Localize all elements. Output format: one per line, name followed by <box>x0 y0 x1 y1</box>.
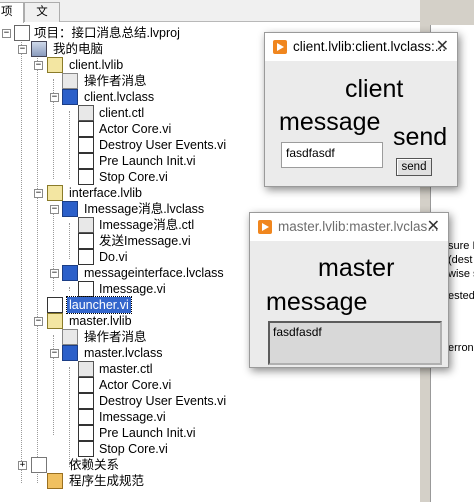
tree-item-client-class[interactable]: − client.lvclass <box>0 89 300 105</box>
vi-icon <box>78 153 94 169</box>
collapse-toggle[interactable]: − <box>34 189 43 198</box>
build-specifications-icon <box>47 473 63 489</box>
collapse-toggle[interactable]: − <box>50 93 59 102</box>
vi-icon <box>78 249 94 265</box>
library-icon <box>47 313 63 329</box>
class-icon <box>62 265 78 281</box>
background-text-fragment: wise s <box>448 268 474 280</box>
vi-icon <box>78 137 94 153</box>
message-label: message <box>266 288 368 316</box>
vi-icon <box>78 409 94 425</box>
tab-project[interactable]: 项 <box>0 2 24 23</box>
class-icon <box>62 201 78 217</box>
labview-icon <box>273 40 287 54</box>
tree-item-client-stop-core[interactable]: Stop Core.vi <box>0 169 300 185</box>
vi-icon <box>78 121 94 137</box>
labview-icon <box>258 220 272 234</box>
vi-icon <box>78 441 94 457</box>
master-label: master <box>318 254 395 282</box>
tree-item-client-lib[interactable]: − client.lvlib <box>0 57 300 73</box>
send-label: send <box>393 123 448 151</box>
dependencies-icon <box>31 457 47 473</box>
folder-icon <box>62 329 78 345</box>
client-label: client <box>345 75 404 103</box>
vi-icon <box>78 425 94 441</box>
collapse-toggle[interactable]: − <box>34 317 43 326</box>
tree-item-client-actor-core[interactable]: Actor Core.vi <box>0 121 300 137</box>
tree-item-master-pre-launch-init[interactable]: Pre Launch Init.vi <box>0 425 300 441</box>
collapse-toggle[interactable]: − <box>50 205 59 214</box>
library-icon <box>47 57 63 73</box>
tree-item-client-pre-launch-init[interactable]: Pre Launch Init.vi <box>0 153 300 169</box>
tree-item-dependencies[interactable]: + 依赖关系 <box>0 457 300 473</box>
tree-item-master-stop-core[interactable]: Stop Core.vi <box>0 441 300 457</box>
control-icon <box>78 105 94 121</box>
window-title-bar[interactable]: client.lvlib:client.lvclass:... ✕ <box>265 33 457 61</box>
control-icon <box>78 217 94 233</box>
tree-item-client-destroy-user-events[interactable]: Destroy User Events.vi <box>0 137 300 153</box>
tree-item-master-imessage[interactable]: Imessage.vi <box>0 409 300 425</box>
background-text-fragment: ested <box>448 290 474 302</box>
folder-icon <box>62 73 78 89</box>
close-icon[interactable]: ✕ <box>436 33 449 61</box>
tree-item-client-ctl[interactable]: client.ctl <box>0 105 300 121</box>
window-title-bar[interactable]: master.lvlib:master.lvclas... ✕ <box>250 213 448 241</box>
tree-item-build-specifications[interactable]: 程序生成规范 <box>0 473 300 489</box>
tree-item-master-destroy-user-events[interactable]: Destroy User Events.vi <box>0 393 300 409</box>
collapse-toggle[interactable]: − <box>18 45 27 54</box>
tree-item-project-root[interactable]: − 项目：接口消息总结.lvproj <box>0 25 300 41</box>
vi-icon <box>78 281 94 297</box>
class-icon <box>62 89 78 105</box>
close-icon[interactable]: ✕ <box>427 213 440 241</box>
vi-icon <box>78 393 94 409</box>
collapse-toggle[interactable]: − <box>50 269 59 278</box>
window-title: client.lvlib:client.lvclass:... <box>293 39 447 54</box>
tree-item-my-computer[interactable]: − 我的电脑 <box>0 41 300 57</box>
collapse-toggle[interactable]: − <box>2 29 11 38</box>
library-icon <box>47 185 63 201</box>
tree-item-master-actor-core[interactable]: Actor Core.vi <box>0 377 300 393</box>
project-icon <box>14 25 30 41</box>
send-button[interactable]: send <box>396 158 432 176</box>
client-front-panel-window[interactable]: client.lvlib:client.lvclass:... ✕ client… <box>264 32 458 187</box>
message-input[interactable]: fasdfasdf <box>281 142 383 168</box>
tab-file[interactable]: 文件 <box>24 2 60 36</box>
message-label: message <box>279 108 381 136</box>
background-text-fragment: erron <box>448 342 474 354</box>
master-front-panel-window[interactable]: master.lvlib:master.lvclas... ✕ master m… <box>249 212 449 368</box>
tab-strip: 项 文件 <box>0 0 420 36</box>
vi-icon <box>47 297 63 313</box>
window-title: master.lvlib:master.lvclas... <box>278 219 439 234</box>
message-display: fasdfasdf <box>268 321 442 365</box>
background-text-fragment: sure E <box>448 240 474 252</box>
collapse-toggle[interactable]: − <box>34 61 43 70</box>
expand-toggle[interactable]: + <box>18 461 27 470</box>
control-icon <box>78 361 94 377</box>
tree-item-client-actor-messages[interactable]: 操作者消息 <box>0 73 300 89</box>
class-icon <box>62 345 78 361</box>
computer-icon <box>31 41 47 57</box>
collapse-toggle[interactable]: − <box>50 349 59 358</box>
vi-icon <box>78 377 94 393</box>
background-text-fragment: (dest <box>448 254 473 266</box>
tree-item-interface-lib[interactable]: − interface.lvlib <box>0 185 300 201</box>
vi-icon <box>78 233 94 249</box>
vi-icon <box>78 169 94 185</box>
